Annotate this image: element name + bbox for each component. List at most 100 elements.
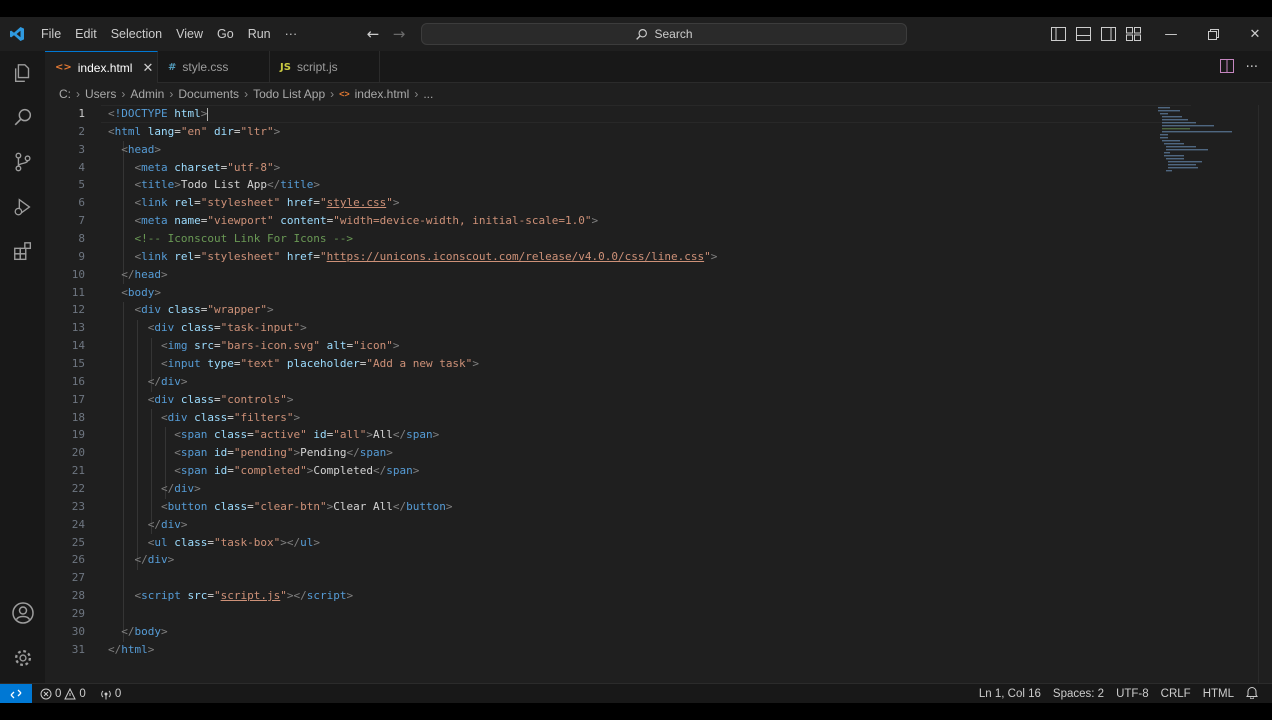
extensions-icon[interactable]: [0, 232, 45, 272]
minimize-icon[interactable]: —: [1150, 17, 1192, 51]
code-token: charset: [174, 160, 221, 174]
language-mode[interactable]: HTML: [1203, 688, 1234, 700]
text-cursor: [207, 107, 209, 121]
code-line[interactable]: <meta charset="utf-8">: [108, 159, 717, 177]
toggle-primary-sidebar-icon[interactable]: [1050, 26, 1067, 43]
breadcrumb-item[interactable]: Admin: [130, 87, 164, 101]
tab-index-html[interactable]: <> index.html ✕: [45, 51, 158, 83]
breadcrumb-file[interactable]: <> index.html: [339, 87, 409, 101]
manage-gear-icon[interactable]: [0, 638, 45, 678]
ports-indicator[interactable]: 0: [100, 688, 121, 700]
breadcrumb-item[interactable]: Documents: [178, 87, 239, 101]
code-line[interactable]: <span id="pending">Pending</span>: [108, 444, 717, 462]
code-token: div: [141, 303, 161, 317]
code-line[interactable]: <img src="bars-icon.svg" alt="icon">: [108, 337, 717, 355]
breadcrumb-item[interactable]: Users: [85, 87, 116, 101]
code-line[interactable]: <!DOCTYPE html>: [108, 105, 717, 123]
code-line[interactable]: </div>: [108, 551, 717, 569]
code-line[interactable]: </div>: [108, 516, 717, 534]
chevron-right-icon: ›: [169, 87, 174, 101]
code-token: div: [174, 482, 195, 496]
command-center-search[interactable]: Search: [421, 23, 907, 45]
split-editor-icon[interactable]: [1219, 58, 1234, 76]
menu-file[interactable]: File: [34, 17, 68, 51]
forward-arrow-icon[interactable]: →: [390, 25, 408, 43]
more-actions-icon[interactable]: ···: [1246, 60, 1258, 75]
code-token: <: [174, 428, 181, 442]
restore-icon[interactable]: [1192, 17, 1234, 51]
code-line[interactable]: [108, 569, 717, 587]
problems-indicator[interactable]: 0 0: [40, 687, 86, 700]
tab-script-js[interactable]: JS script.js: [270, 51, 380, 83]
code-line[interactable]: </html>: [108, 641, 717, 659]
breadcrumb-item[interactable]: Todo List App: [253, 87, 325, 101]
explorer-icon[interactable]: [0, 53, 45, 93]
minimap[interactable]: [1156, 105, 1256, 175]
code-line[interactable]: </head>: [108, 266, 717, 284]
code-token: =: [227, 446, 234, 460]
tab-style-css[interactable]: # style.css: [158, 51, 270, 83]
menu-selection[interactable]: Selection: [104, 17, 169, 51]
code-line[interactable]: <link rel="stylesheet" href="https://uni…: [108, 248, 718, 266]
cursor-position[interactable]: Ln 1, Col 16: [979, 688, 1041, 700]
code-line[interactable]: [108, 605, 717, 623]
menu-run[interactable]: Run: [241, 17, 278, 51]
source-control-icon[interactable]: [0, 142, 45, 182]
menu-view[interactable]: View: [169, 17, 210, 51]
search-icon[interactable]: [0, 97, 45, 137]
code-token: =: [194, 249, 201, 263]
customize-layout-icon[interactable]: [1125, 26, 1142, 43]
code-line[interactable]: </div>: [108, 480, 717, 498]
code-line[interactable]: <div class="filters">: [108, 409, 717, 427]
code-line[interactable]: <button class="clear-btn">Clear All</but…: [108, 498, 717, 516]
encoding[interactable]: UTF-8: [1116, 688, 1149, 700]
toggle-panel-icon[interactable]: [1075, 26, 1092, 43]
code-line[interactable]: <meta name="viewport" content="width=dev…: [108, 212, 717, 230]
code-line[interactable]: <!-- Iconscout Link For Icons -->: [108, 230, 717, 248]
code-line[interactable]: </body>: [108, 623, 717, 641]
code-editor[interactable]: 1 2 3 4 5 6 7 8 9 10 11 12 13 14 15 16 17 18 19 20 21 22 23 24 2…: [45, 105, 1272, 683]
breadcrumb-item[interactable]: ...: [423, 87, 433, 101]
indentation[interactable]: Spaces: 2: [1053, 688, 1104, 700]
code-token: ": [280, 589, 287, 603]
code-line[interactable]: <span class="active" id="all">All</span>: [108, 426, 717, 444]
remote-icon[interactable]: [0, 683, 32, 704]
code-line[interactable]: <div class="task-input">: [108, 319, 717, 337]
code-token: "active": [253, 428, 307, 442]
code-line[interactable]: <div class="wrapper">: [108, 301, 717, 319]
accounts-icon[interactable]: [0, 593, 45, 633]
code-token: "stylesheet": [200, 196, 281, 210]
code-line[interactable]: <title>Todo List App</title>: [108, 176, 717, 194]
menu-more[interactable]: ···: [278, 17, 305, 51]
menu-edit[interactable]: Edit: [68, 17, 104, 51]
tab-label: script.js: [296, 60, 338, 74]
code-token: "controls": [220, 392, 287, 406]
close-window-icon[interactable]: ✕: [1234, 17, 1272, 51]
code-line[interactable]: </div>: [108, 373, 717, 391]
code-token: >: [286, 392, 294, 406]
vscode-logo-icon: [0, 17, 34, 51]
vertical-scrollbar[interactable]: [1258, 105, 1259, 683]
code-token: ul: [300, 535, 314, 549]
code-line[interactable]: <input type="text" placeholder="Add a ne…: [108, 355, 717, 373]
code-line[interactable]: <div class="controls">: [108, 391, 717, 409]
code-area[interactable]: <!DOCTYPE html> <html lang="en" dir="ltr"…: [108, 105, 717, 659]
run-debug-icon[interactable]: [0, 187, 45, 227]
menu-go[interactable]: Go: [210, 17, 241, 51]
toggle-secondary-sidebar-icon[interactable]: [1100, 26, 1117, 43]
code-line[interactable]: <script src="script.js"></script>: [108, 587, 717, 605]
end-of-line[interactable]: CRLF: [1161, 688, 1191, 700]
code-line[interactable]: <ul class="task-box"></ul>: [108, 534, 717, 552]
code-line[interactable]: <body>: [108, 284, 717, 302]
code-line[interactable]: <head>: [108, 141, 717, 159]
code-line[interactable]: <html lang="en" dir="ltr">: [108, 123, 717, 141]
back-arrow-icon[interactable]: ←: [364, 25, 382, 43]
breadcrumb-item[interactable]: C:: [59, 87, 71, 101]
code-line[interactable]: <link rel="stylesheet" href="style.css">: [108, 194, 717, 212]
bell-icon[interactable]: [1246, 686, 1258, 702]
close-tab-icon[interactable]: ✕: [142, 60, 153, 76]
code-line[interactable]: <span id="completed">Completed</span>: [108, 462, 717, 480]
